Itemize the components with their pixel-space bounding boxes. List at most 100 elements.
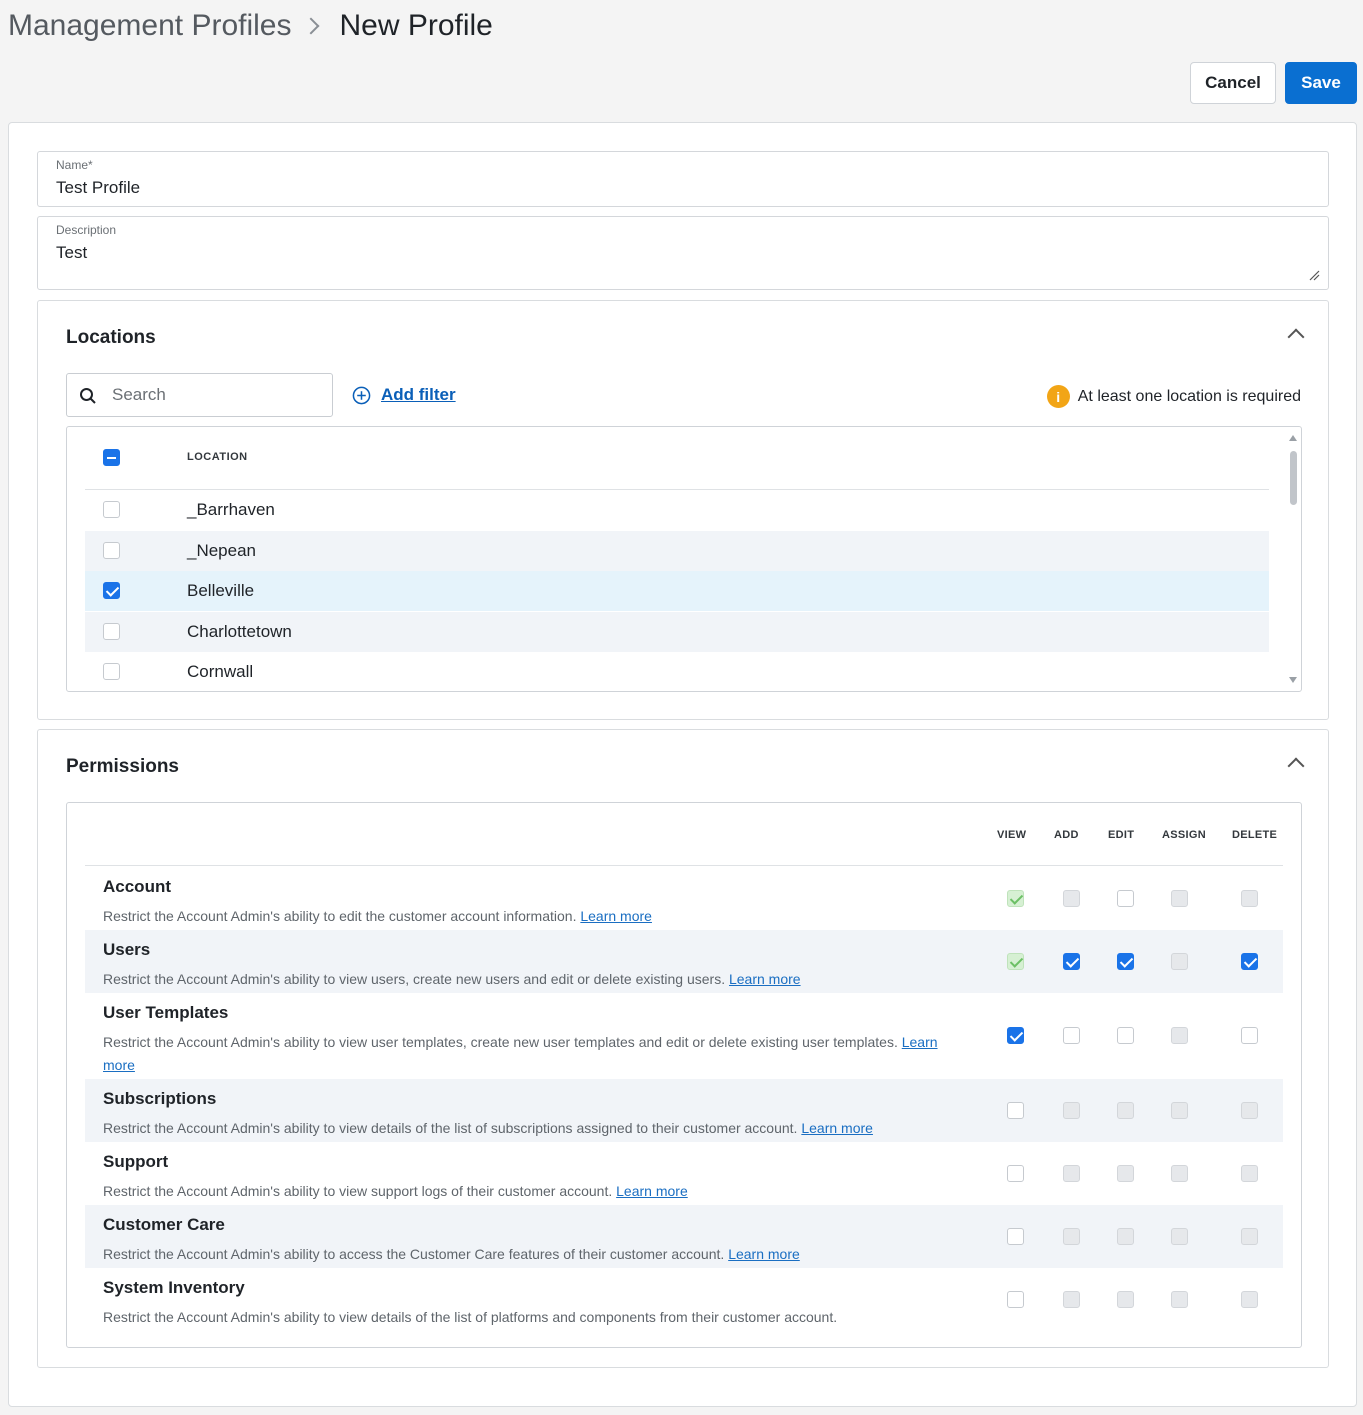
edit-checkbox[interactable] <box>1117 1102 1134 1119</box>
assign-checkbox[interactable] <box>1171 953 1188 970</box>
add-checkbox[interactable] <box>1063 1228 1080 1245</box>
location-checkbox[interactable] <box>103 622 120 640</box>
view-checkbox[interactable] <box>1007 1228 1024 1245</box>
location-checkbox[interactable] <box>103 501 120 518</box>
select-all-checkbox[interactable] <box>103 449 120 466</box>
permissions-table-header: VIEW ADD EDIT ASSIGN DELETE <box>85 803 1283 866</box>
column-delete: DELETE <box>1232 829 1278 841</box>
chevron-up-icon[interactable] <box>1287 328 1305 346</box>
delete-checkbox[interactable] <box>1241 1291 1258 1308</box>
add-checkbox[interactable] <box>1063 1102 1080 1119</box>
location-checkbox[interactable] <box>103 541 120 559</box>
chevron-right-icon <box>302 17 320 35</box>
add-circle-icon <box>352 386 371 404</box>
cancel-button[interactable]: Cancel <box>1190 62 1276 104</box>
column-view: VIEW <box>997 829 1027 841</box>
learn-more-link[interactable]: Learn more <box>580 908 652 924</box>
permission-description: Restrict the Account Admin's ability to … <box>103 1180 963 1203</box>
permission-description-text: Restrict the Account Admin's ability to … <box>103 1183 613 1199</box>
breadcrumb-parent[interactable]: Management Profiles <box>8 9 291 43</box>
resize-handle-icon[interactable] <box>1308 269 1320 281</box>
location-name: Cornwall <box>187 662 254 681</box>
column-assign: ASSIGN <box>1162 829 1206 841</box>
assign-checkbox[interactable] <box>1171 1027 1188 1044</box>
assign-checkbox[interactable] <box>1171 1102 1188 1119</box>
view-checkbox[interactable] <box>1007 1027 1024 1044</box>
location-table: LOCATION _Barrhaven _Nepean Belleville Char… <box>66 426 1302 692</box>
location-name: _Barrhaven <box>187 500 275 519</box>
location-search-input[interactable]: Search <box>66 373 333 417</box>
edit-checkbox[interactable] <box>1117 890 1134 907</box>
add-checkbox[interactable] <box>1063 1027 1080 1044</box>
permission-name: User Templates <box>103 1003 229 1022</box>
view-checkbox[interactable] <box>1007 1165 1024 1182</box>
permissions-section: Permissions VIEW ADD EDIT ASSIGN DELETE … <box>37 729 1329 1368</box>
location-row[interactable]: _Barrhaven <box>85 490 1269 530</box>
chevron-up-icon[interactable] <box>1287 757 1305 775</box>
add-checkbox[interactable] <box>1063 953 1080 970</box>
scrollbar-thumb[interactable] <box>1290 451 1297 505</box>
permission-row: Customer Care Restrict the Account Admin'… <box>85 1205 1283 1268</box>
location-row[interactable]: Cornwall <box>85 652 1269 691</box>
name-label: Name* <box>56 158 93 172</box>
scroll-down-icon[interactable] <box>1289 677 1297 683</box>
permission-description-text: Restrict the Account Admin's ability to … <box>103 1246 725 1262</box>
permission-row: Subscriptions Restrict the Account Admin'… <box>85 1079 1283 1142</box>
description-label: Description <box>56 223 117 237</box>
add-filter-link[interactable]: Add filter <box>352 385 456 405</box>
delete-checkbox[interactable] <box>1241 1228 1258 1245</box>
description-input[interactable]: Test <box>56 243 87 263</box>
add-checkbox[interactable] <box>1063 890 1080 907</box>
delete-checkbox[interactable] <box>1241 953 1258 970</box>
scroll-up-icon[interactable] <box>1289 435 1297 441</box>
learn-more-link[interactable]: Learn more <box>728 1246 800 1262</box>
save-button[interactable]: Save <box>1285 62 1357 104</box>
name-input[interactable]: Test Profile <box>56 178 140 198</box>
name-field[interactable]: Name* Test Profile <box>37 151 1329 207</box>
warning-text: At least one location is required <box>1077 387 1301 405</box>
location-row[interactable]: Belleville <box>85 571 1269 611</box>
learn-more-link[interactable]: Learn more <box>616 1183 688 1199</box>
description-field[interactable]: Description Test <box>37 216 1329 290</box>
assign-checkbox[interactable] <box>1171 1228 1188 1245</box>
permission-row: Users Restrict the Account Admin's abilit… <box>85 930 1283 993</box>
view-checkbox[interactable] <box>1007 1102 1024 1119</box>
permission-description-text: Restrict the Account Admin's ability to … <box>103 908 577 924</box>
permission-name: Users <box>103 940 151 959</box>
edit-checkbox[interactable] <box>1117 1228 1134 1245</box>
location-table-header: LOCATION <box>85 427 1269 490</box>
page-title: New Profile <box>339 9 493 42</box>
search-icon <box>80 388 96 404</box>
location-checkbox[interactable] <box>103 582 120 599</box>
edit-checkbox[interactable] <box>1117 953 1134 970</box>
location-checkbox[interactable] <box>103 663 120 680</box>
location-scrollbar[interactable] <box>1285 427 1301 691</box>
edit-checkbox[interactable] <box>1117 1165 1134 1182</box>
permission-description-text: Restrict the Account Admin's ability to … <box>103 1034 898 1050</box>
view-checkbox[interactable] <box>1007 1291 1024 1308</box>
delete-checkbox[interactable] <box>1241 1102 1258 1119</box>
permission-description-text: Restrict the Account Admin's ability to … <box>103 1120 798 1136</box>
add-checkbox[interactable] <box>1063 1291 1080 1308</box>
assign-checkbox[interactable] <box>1171 1165 1188 1182</box>
permission-name: Account <box>103 877 171 896</box>
edit-checkbox[interactable] <box>1117 1027 1134 1044</box>
assign-checkbox[interactable] <box>1171 1291 1188 1308</box>
learn-more-link[interactable]: Learn more <box>729 971 801 987</box>
breadcrumb: Management Profiles New Profile <box>8 6 493 46</box>
location-row[interactable]: Charlottetown <box>85 611 1269 652</box>
learn-more-link[interactable]: Learn more <box>801 1120 873 1136</box>
delete-checkbox[interactable] <box>1241 1165 1258 1182</box>
delete-checkbox[interactable] <box>1241 1027 1258 1044</box>
delete-checkbox[interactable] <box>1241 890 1258 907</box>
location-row[interactable]: _Nepean <box>85 530 1269 571</box>
location-name: Charlottetown <box>187 621 292 641</box>
view-checkbox[interactable] <box>1007 953 1024 970</box>
assign-checkbox[interactable] <box>1171 890 1188 907</box>
permission-name: Subscriptions <box>103 1089 217 1108</box>
permission-row: System Inventory Restrict the Account Adm… <box>85 1268 1283 1331</box>
view-checkbox[interactable] <box>1007 890 1024 907</box>
edit-checkbox[interactable] <box>1117 1291 1134 1308</box>
permission-row: User Templates Restrict the Account Admin… <box>85 993 1283 1079</box>
add-checkbox[interactable] <box>1063 1165 1080 1182</box>
